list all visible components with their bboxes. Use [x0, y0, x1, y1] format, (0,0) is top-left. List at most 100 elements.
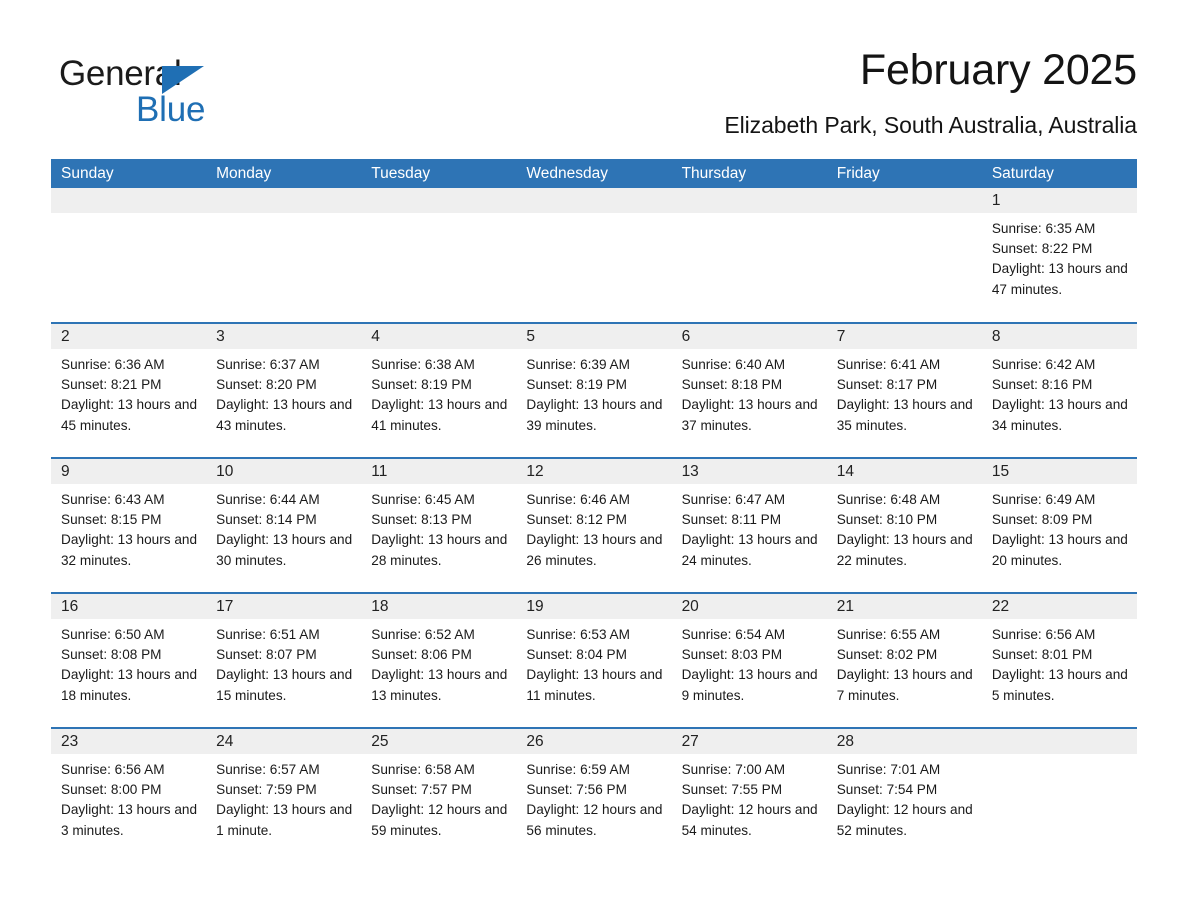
sunrise-text: Sunrise: 6:39 AM	[526, 357, 630, 372]
day-cell-inner: 8 Sunrise: 6:42 AM Sunset: 8:16 PM Daylight…	[981, 324, 1137, 457]
day-number: 10	[206, 459, 362, 484]
day-details: Sunrise: 6:44 AM Sunset: 8:14 PM Daylight:…	[206, 484, 361, 571]
day-number: 2	[51, 324, 207, 349]
day-number: 20	[671, 594, 827, 619]
weekday-header-monday: Monday	[206, 159, 362, 188]
daylight-text: Daylight: 13 hours and 26 minutes.	[526, 532, 663, 568]
sunrise-text: Sunrise: 6:59 AM	[526, 762, 630, 777]
sunrise-text: Sunrise: 6:57 AM	[216, 762, 320, 777]
page-title: February 2025	[859, 46, 1137, 94]
calendar-day-cell[interactable]: 9 Sunrise: 6:43 AM Sunset: 8:15 PM Daylight…	[51, 457, 207, 593]
daylight-text: Daylight: 13 hours and 28 minutes.	[371, 532, 508, 568]
day-cell-inner	[671, 188, 827, 322]
daylight-text: Daylight: 13 hours and 34 minutes.	[991, 397, 1128, 433]
calendar-day-cell[interactable]: 11 Sunrise: 6:45 AM Sunset: 8:13 PM Dayligh…	[361, 457, 517, 593]
day-details: Sunrise: 6:52 AM Sunset: 8:06 PM Daylight:…	[361, 619, 516, 706]
sunrise-text: Sunrise: 6:35 AM	[991, 221, 1096, 236]
calendar-day-cell[interactable]: 3 Sunrise: 6:37 AM Sunset: 8:20 PM Daylight…	[206, 322, 362, 458]
day-cell-inner	[516, 188, 672, 322]
day-cell-inner: 3 Sunrise: 6:37 AM Sunset: 8:20 PM Daylight…	[206, 324, 362, 457]
day-number	[516, 188, 672, 213]
daylight-text: Daylight: 13 hours and 18 minutes.	[61, 667, 198, 703]
calendar-day-cell[interactable]: 1 Sunrise: 6:35 AM Sunset: 8:22 PM Daylight…	[981, 188, 1137, 323]
calendar-day-cell[interactable]: 20 Sunrise: 6:54 AM Sunset: 8:03 PM Dayligh…	[671, 592, 827, 728]
day-cell-inner: 7 Sunrise: 6:41 AM Sunset: 8:17 PM Daylight…	[826, 324, 982, 457]
day-number: 17	[206, 594, 362, 619]
day-number: 13	[671, 459, 827, 484]
calendar-day-cell[interactable]: 8 Sunrise: 6:42 AM Sunset: 8:16 PM Daylight…	[981, 322, 1137, 458]
calendar-day-cell[interactable]: 15 Sunrise: 6:49 AM Sunset: 8:09 PM Dayligh…	[981, 457, 1137, 593]
calendar-day-cell[interactable]: 10 Sunrise: 6:44 AM Sunset: 8:14 PM Dayligh…	[206, 457, 362, 593]
calendar-day-cell[interactable]: 4 Sunrise: 6:38 AM Sunset: 8:19 PM Daylight…	[361, 322, 517, 458]
day-number: 27	[671, 729, 827, 754]
calendar-day-cell[interactable]: 24 Sunrise: 6:57 AM Sunset: 7:59 PM Dayligh…	[206, 727, 362, 863]
day-number: 6	[671, 324, 827, 349]
sunrise-text: Sunrise: 6:58 AM	[371, 762, 475, 777]
sunrise-text: Sunrise: 6:41 AM	[836, 357, 941, 372]
sunset-text: Sunset: 8:19 PM	[371, 377, 472, 393]
day-cell-inner: 13 Sunrise: 6:47 AM Sunset: 8:11 PM Dayligh…	[671, 459, 827, 592]
sunrise-text: Sunrise: 6:56 AM	[61, 762, 165, 777]
daylight-text: Daylight: 12 hours and 59 minutes.	[371, 802, 508, 838]
calendar-day-cell-empty	[206, 188, 362, 323]
calendar-day-cell[interactable]: 7 Sunrise: 6:41 AM Sunset: 8:17 PM Daylight…	[826, 322, 982, 458]
weekday-header-saturday: Saturday	[981, 159, 1137, 188]
calendar-day-cell[interactable]: 21 Sunrise: 6:55 AM Sunset: 8:02 PM Dayligh…	[826, 592, 982, 728]
day-details: Sunrise: 6:49 AM Sunset: 8:09 PM Daylight:…	[982, 484, 1137, 571]
calendar-day-cell[interactable]: 19 Sunrise: 6:53 AM Sunset: 8:04 PM Dayligh…	[516, 592, 672, 728]
calendar-day-cell[interactable]: 5 Sunrise: 6:39 AM Sunset: 8:19 PM Daylight…	[516, 322, 672, 458]
calendar-day-cell-empty	[981, 727, 1137, 863]
calendar-day-cell[interactable]: 16 Sunrise: 6:50 AM Sunset: 8:08 PM Dayligh…	[51, 592, 207, 728]
day-details: Sunrise: 7:01 AM Sunset: 7:54 PM Daylight:…	[827, 754, 982, 841]
calendar-day-cell[interactable]: 14 Sunrise: 6:48 AM Sunset: 8:10 PM Dayligh…	[826, 457, 982, 593]
day-number	[206, 188, 362, 213]
calendar-day-cell[interactable]: 17 Sunrise: 6:51 AM Sunset: 8:07 PM Dayligh…	[206, 592, 362, 728]
sunset-text: Sunset: 8:06 PM	[371, 647, 472, 663]
day-details: Sunrise: 6:35 AM Sunset: 8:22 PM Daylight:…	[982, 213, 1137, 300]
generalblue-logo[interactable]: General Blue	[59, 54, 359, 140]
calendar-day-cell-empty	[51, 188, 207, 323]
calendar-day-cell[interactable]: 18 Sunrise: 6:52 AM Sunset: 8:06 PM Dayligh…	[361, 592, 517, 728]
day-number: 9	[51, 459, 207, 484]
daylight-text: Daylight: 13 hours and 47 minutes.	[991, 261, 1128, 297]
calendar-day-cell[interactable]: 22 Sunrise: 6:56 AM Sunset: 8:01 PM Dayligh…	[981, 592, 1137, 728]
day-number: 1	[981, 188, 1137, 213]
sunrise-text: Sunrise: 6:43 AM	[61, 492, 165, 507]
sunset-text: Sunset: 7:54 PM	[836, 782, 938, 798]
day-number	[361, 188, 517, 213]
sunrise-text: Sunrise: 6:42 AM	[991, 357, 1096, 372]
day-number: 7	[826, 324, 982, 349]
day-details: Sunrise: 6:37 AM Sunset: 8:20 PM Daylight:…	[206, 349, 361, 436]
sunset-text: Sunset: 8:20 PM	[216, 377, 317, 393]
sunrise-text: Sunrise: 6:40 AM	[681, 357, 786, 372]
day-cell-inner: 14 Sunrise: 6:48 AM Sunset: 8:10 PM Dayligh…	[826, 459, 982, 592]
day-cell-inner: 28 Sunrise: 7:01 AM Sunset: 7:54 PM Dayligh…	[826, 729, 982, 863]
daylight-text: Daylight: 13 hours and 13 minutes.	[371, 667, 508, 703]
day-details: Sunrise: 6:53 AM Sunset: 8:04 PM Daylight:…	[516, 619, 671, 706]
sunset-text: Sunset: 8:03 PM	[681, 647, 783, 663]
sunrise-text: Sunrise: 6:45 AM	[371, 492, 475, 507]
sunrise-text: Sunrise: 6:36 AM	[61, 357, 165, 372]
sunset-text: Sunset: 8:17 PM	[836, 377, 938, 393]
day-number: 21	[826, 594, 982, 619]
calendar-day-cell[interactable]: 13 Sunrise: 6:47 AM Sunset: 8:11 PM Dayligh…	[671, 457, 827, 593]
calendar-day-cell[interactable]: 28 Sunrise: 7:01 AM Sunset: 7:54 PM Dayligh…	[826, 727, 982, 863]
calendar-day-cell[interactable]: 25 Sunrise: 6:58 AM Sunset: 7:57 PM Dayligh…	[361, 727, 517, 863]
weekday-header-sunday: Sunday	[51, 159, 207, 188]
day-cell-inner: 6 Sunrise: 6:40 AM Sunset: 8:18 PM Daylight…	[671, 324, 827, 457]
sunset-text: Sunset: 8:00 PM	[61, 782, 162, 798]
calendar-day-cell[interactable]: 26 Sunrise: 6:59 AM Sunset: 7:56 PM Dayligh…	[516, 727, 672, 863]
calendar-day-cell[interactable]: 2 Sunrise: 6:36 AM Sunset: 8:21 PM Daylight…	[51, 322, 207, 458]
day-number: 5	[516, 324, 672, 349]
sunrise-text: Sunrise: 7:01 AM	[836, 762, 941, 777]
calendar-body: 1 Sunrise: 6:35 AM Sunset: 8:22 PM Daylight…	[51, 188, 1137, 863]
day-number: 3	[206, 324, 362, 349]
day-details: Sunrise: 6:55 AM Sunset: 8:02 PM Daylight:…	[827, 619, 982, 706]
calendar-day-cell[interactable]: 27 Sunrise: 7:00 AM Sunset: 7:55 PM Dayligh…	[671, 727, 827, 863]
calendar-day-cell[interactable]: 6 Sunrise: 6:40 AM Sunset: 8:18 PM Daylight…	[671, 322, 827, 458]
calendar-day-cell[interactable]: 12 Sunrise: 6:46 AM Sunset: 8:12 PM Dayligh…	[516, 457, 672, 593]
location-subtitle: Elizabeth Park, South Australia, Austral…	[724, 112, 1137, 138]
sunset-text: Sunset: 8:18 PM	[681, 377, 783, 393]
calendar-week-row: 9 Sunrise: 6:43 AM Sunset: 8:15 PM Daylight…	[51, 457, 1137, 593]
calendar-day-cell[interactable]: 23 Sunrise: 6:56 AM Sunset: 8:00 PM Dayligh…	[51, 727, 207, 863]
